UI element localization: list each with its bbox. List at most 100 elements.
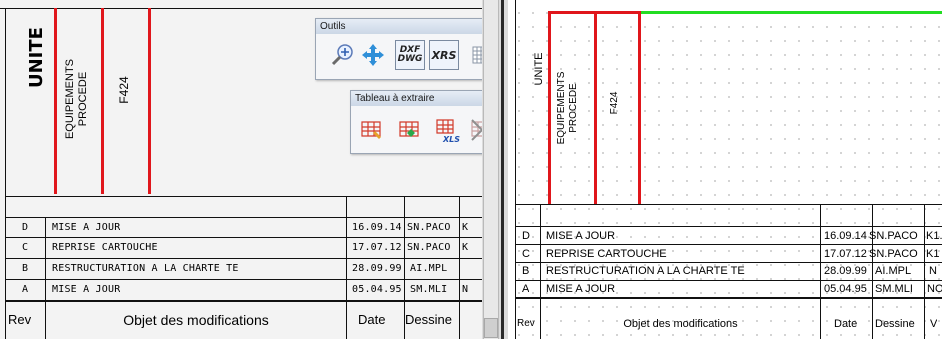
table-line-3 bbox=[515, 262, 942, 263]
drawer-header: Dessine bbox=[405, 312, 452, 327]
table-move-button[interactable] bbox=[395, 115, 425, 145]
object-cell: MISE A JOUR bbox=[546, 283, 616, 295]
table-col-4 bbox=[924, 204, 925, 339]
date-cell: 28.09.99 bbox=[352, 263, 402, 274]
extra-cell: N bbox=[462, 284, 469, 295]
dxf-dwg-button[interactable]: DXF DWG bbox=[395, 40, 425, 70]
drawer-cell: SN.PACO bbox=[869, 248, 918, 260]
table-col-3 bbox=[872, 204, 873, 339]
table-line-4 bbox=[515, 280, 942, 281]
drawer-cell: SN.PACO bbox=[407, 242, 451, 253]
extra-cell: N bbox=[929, 265, 937, 277]
table-line-5 bbox=[5, 300, 482, 302]
table-line-1 bbox=[5, 217, 482, 218]
rev-cell: D bbox=[522, 230, 530, 242]
equipements-label: EQUIPEMENTS PROCEDE bbox=[64, 58, 89, 140]
table-line-0 bbox=[5, 196, 482, 197]
frame-left-line bbox=[5, 8, 6, 339]
pane-splitter[interactable] bbox=[501, 0, 504, 339]
date-cell: 16.09.14 bbox=[352, 222, 402, 233]
table-line-0 bbox=[515, 204, 942, 205]
scrollbar-thumb[interactable] bbox=[484, 318, 498, 338]
date-cell: 05.04.95 bbox=[824, 283, 867, 295]
extra-cell: K1. bbox=[926, 230, 942, 242]
object-cell: REPRISE CARTOUCHE bbox=[546, 248, 667, 260]
f424-label: F424 bbox=[609, 91, 620, 115]
object-cell: RESTRUCTURATION A LA CHARTE TE bbox=[52, 263, 239, 274]
outils-toolbar[interactable]: Outils ▼ DXF DWG XRS bbox=[315, 18, 482, 80]
table-line-2 bbox=[5, 237, 482, 238]
tableau-title: Tableau à extraire bbox=[355, 93, 435, 104]
object-header: Objet des modifications bbox=[623, 318, 738, 330]
table-line-2 bbox=[515, 244, 942, 245]
drawer-cell: AI.MPL bbox=[410, 263, 448, 274]
f424-label: F424 bbox=[117, 76, 131, 104]
date-cell: 17.07.12 bbox=[824, 248, 867, 260]
table-col-2 bbox=[820, 204, 821, 339]
red-separator-2 bbox=[101, 8, 104, 194]
right-drawing-pane[interactable]: UNITE EQUIPEMENTS PROCEDE F424 D MISE A … bbox=[508, 0, 942, 339]
zoom-button[interactable] bbox=[328, 40, 358, 70]
right-frame-left bbox=[515, 0, 516, 339]
red-separator-3 bbox=[148, 8, 151, 194]
object-cell: MISE A JOUR bbox=[52, 222, 121, 233]
drawer-cell: SN.PACO bbox=[407, 222, 451, 233]
grid-button[interactable] bbox=[466, 40, 482, 70]
drawer-cell: SM.MLI bbox=[410, 284, 448, 295]
outils-title-bar[interactable]: Outils ▼ bbox=[316, 19, 482, 34]
xls-label: XLS bbox=[443, 135, 461, 144]
rev-cell: B bbox=[22, 263, 29, 274]
equipements-label: EQUIPEMENTS PROCEDE bbox=[556, 71, 579, 145]
table-move-icon bbox=[399, 121, 419, 137]
red-separator-1 bbox=[54, 8, 57, 194]
extra-cell: K bbox=[462, 242, 469, 253]
outils-title: Outils bbox=[320, 21, 346, 32]
table-select-button[interactable] bbox=[357, 115, 387, 145]
grid-icon bbox=[472, 46, 482, 64]
table-line-3 bbox=[5, 258, 482, 259]
tableau-title-bar[interactable]: Tableau à extraire ▼ × bbox=[351, 91, 482, 106]
rev-cell: A bbox=[522, 283, 530, 295]
tableau-toolbar[interactable]: Tableau à extraire ▼ × XLS bbox=[350, 90, 482, 154]
export-xls-button[interactable]: XLS bbox=[431, 115, 461, 145]
vertical-scrollbar[interactable] bbox=[482, 0, 508, 339]
extra-cell: K bbox=[462, 222, 469, 233]
object-cell: REPRISE CARTOUCHE bbox=[52, 242, 158, 253]
rev-cell: C bbox=[522, 248, 530, 260]
red-separator-2 bbox=[594, 11, 597, 204]
rev-header: Rev bbox=[8, 312, 32, 327]
unite-label: UNITE bbox=[26, 27, 47, 88]
table-delete-button[interactable] bbox=[467, 115, 482, 145]
table-line-4 bbox=[5, 279, 482, 280]
extra-cell: NO bbox=[927, 283, 942, 295]
date-cell: 16.09.14 bbox=[824, 230, 867, 242]
table-select-icon bbox=[361, 121, 381, 139]
date-cell: 17.07.12 bbox=[352, 242, 402, 253]
frame-top-line bbox=[0, 8, 482, 9]
object-cell: RESTRUCTURATION A LA CHARTE TE bbox=[546, 265, 745, 277]
rev-cell: B bbox=[522, 265, 530, 277]
object-cell: MISE A JOUR bbox=[546, 230, 616, 242]
left-drawing-pane[interactable]: UNITE EQUIPEMENTS PROCEDE F424 D MISE A … bbox=[0, 0, 482, 339]
table-col-4 bbox=[459, 196, 460, 339]
pan-button[interactable] bbox=[358, 40, 388, 70]
drawer-header: Dessine bbox=[875, 318, 915, 330]
scrollbar-track[interactable] bbox=[483, 0, 499, 339]
xrs-button[interactable]: XRS bbox=[429, 40, 459, 70]
date-cell: 05.04.95 bbox=[352, 284, 402, 295]
date-header: Date bbox=[358, 312, 386, 327]
drawer-cell: SM.MLI bbox=[875, 283, 913, 295]
red-separator-3 bbox=[638, 11, 641, 204]
pan-icon bbox=[362, 44, 384, 66]
dxf-dwg-label: DXF DWG bbox=[397, 45, 423, 64]
table-col-2 bbox=[346, 196, 347, 339]
extra-header: V bbox=[930, 318, 938, 330]
xrs-label: XRS bbox=[431, 48, 457, 62]
date-cell: 28.09.99 bbox=[824, 265, 867, 277]
drawer-cell: SN.PACO bbox=[869, 230, 918, 242]
date-header: Date bbox=[834, 318, 858, 330]
table-line-1 bbox=[515, 226, 942, 227]
table-line-5 bbox=[515, 297, 942, 299]
red-separator-1 bbox=[548, 11, 551, 204]
table-delete-icon bbox=[471, 119, 482, 141]
